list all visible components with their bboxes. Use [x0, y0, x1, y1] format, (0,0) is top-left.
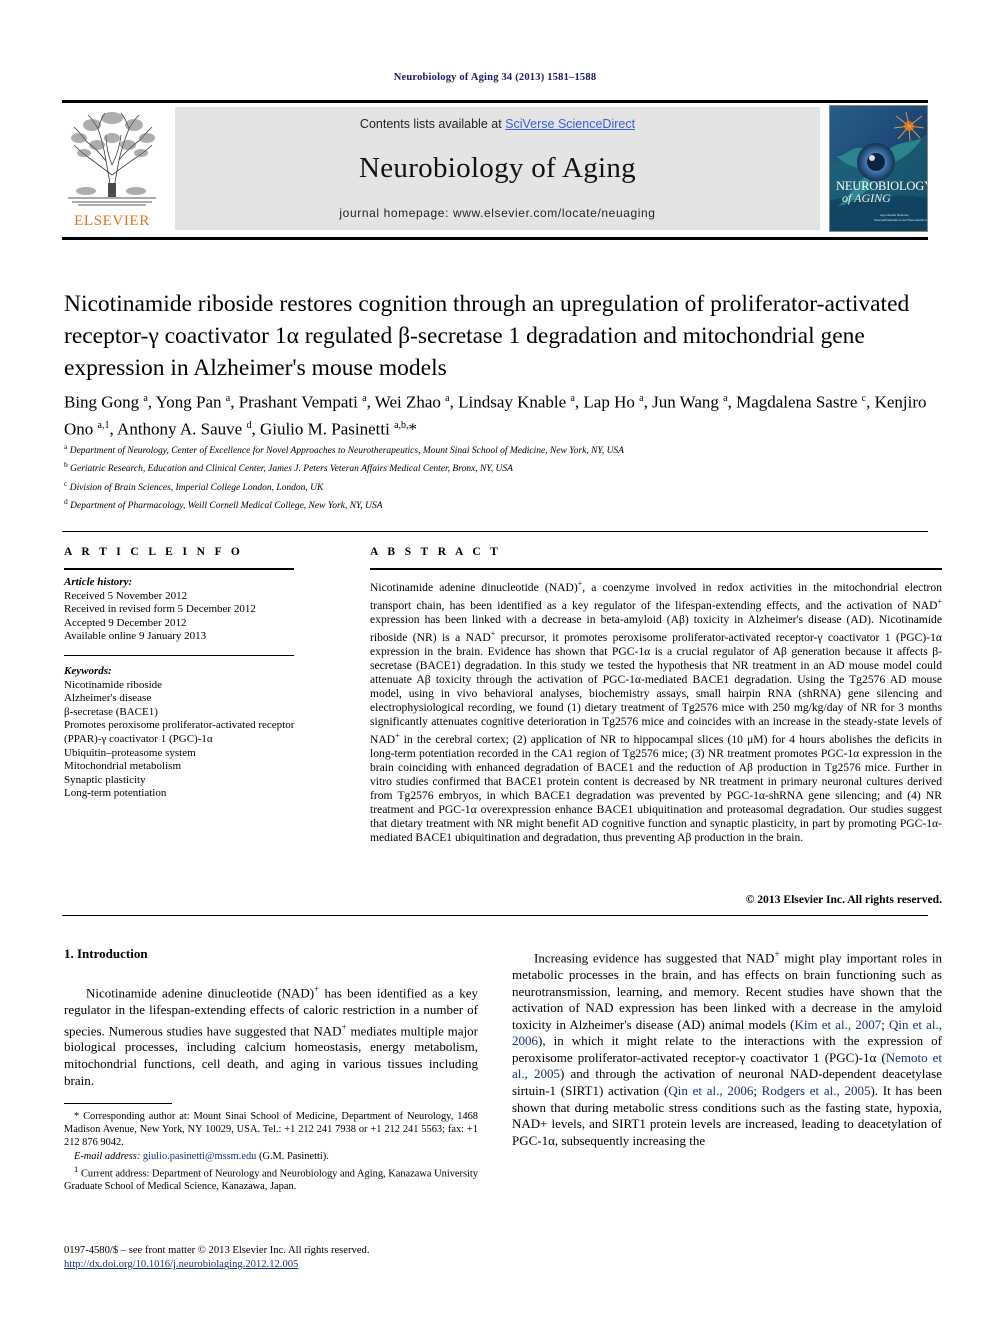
journal-title: Neurobiology of Aging [359, 152, 636, 184]
keywords-block: Keywords: Nicotinamide riboside Alzheime… [64, 665, 314, 801]
keyword-item: Long-term potentiation [64, 787, 167, 800]
article-history-block: Article history: Received 5 November 201… [64, 576, 309, 644]
abstract-heading-rule [370, 568, 942, 570]
svg-text:Neuroinflammation and Neuromet: Neuroinflammation and Neurometabolism [874, 218, 927, 222]
keyword-item: Ubiquitin–proteasome system [64, 746, 196, 759]
masthead-bottom-rule [62, 237, 928, 240]
affiliation-marker: a [64, 442, 68, 451]
affiliation-text: Division of Brain Sciences, Imperial Col… [69, 482, 324, 493]
affiliation-marker: d [64, 497, 68, 507]
keyword-item: Promotes peroxisome proliferator-activat… [64, 719, 295, 745]
contents-line: Contents lists available at SciVerse Sci… [360, 117, 635, 131]
affiliation-item: a Department of Neurology, Center of Exc… [64, 440, 944, 458]
imprint-block: 0197-4580/$ – see front matter © 2013 El… [64, 1244, 514, 1272]
email-note: E-mail address: giulio.pasinetti@mssm.ed… [64, 1150, 478, 1163]
current-address-note: 1 Current address: Department of Neurolo… [64, 1163, 478, 1193]
affiliation-list: a Department of Neurology, Center of Exc… [64, 440, 944, 513]
affiliation-marker: b [64, 460, 68, 470]
keyword-item: Synaptic plasticity [64, 773, 146, 786]
elsevier-tree-icon [62, 105, 162, 210]
author-list: Bing Gong a, Yong Pan a, Prashant Vempat… [64, 392, 927, 439]
corresponding-author-note: * Corresponding author at: Mount Sinai S… [64, 1111, 478, 1149]
keywords-divider-rule [64, 655, 294, 656]
history-item: Available online 9 January 2013 [64, 630, 207, 643]
section-heading-introduction: 1. Introduction [64, 946, 148, 961]
footnote-block: * Corresponding author at: Mount Sinai S… [64, 1110, 478, 1194]
article-history-label: Article history: [64, 576, 133, 588]
affiliation-item: c Division of Brain Sciences, Imperial C… [64, 477, 944, 495]
page-title: Nicotinamide riboside restores cognition… [64, 291, 910, 381]
abstract-heading: A B S T R A C T [370, 546, 502, 558]
affiliation-marker: c [64, 478, 68, 488]
info-heading-rule [64, 568, 294, 570]
body-column-left: 1. Introduction Nicotinamide adenine din… [64, 946, 478, 1089]
journal-article-page: Neurobiology of Aging 34 (2013) 1581–158… [0, 0, 990, 1320]
history-item: Received in revised form 5 December 2012 [64, 603, 256, 616]
imprint-line: 0197-4580/$ – see front matter © 2013 El… [64, 1245, 370, 1256]
email-link[interactable]: giulio.pasinetti@mssm.edu [143, 1151, 256, 1162]
affiliation-text: Department of Pharmacology, Weill Cornel… [70, 501, 383, 512]
affiliation-text: Department of Neurology, Center of Excel… [69, 446, 624, 457]
keywords-label: Keywords: [64, 665, 112, 677]
keyword-item: β-secretase (BACE1) [64, 705, 158, 718]
affiliation-item: b Geriatric Research, Education and Clin… [64, 458, 944, 476]
journal-homepage[interactable]: journal homepage: www.elsevier.com/locat… [339, 206, 655, 220]
running-head: Neurobiology of Aging 34 (2013) 1581–158… [393, 72, 597, 83]
intro-paragraph-left: Nicotinamide adenine dinucleotide (NAD)+… [64, 984, 479, 1088]
intro-paragraph-right: Increasing evidence has suggested that N… [512, 949, 943, 1148]
footnote-rule [64, 1103, 172, 1104]
journal-band: Contents lists available at SciVerse Sci… [175, 107, 820, 230]
cover-artwork-icon: NEUROBIOLOGY of AGING Age-related Neuron… [830, 106, 927, 231]
affiliation-item: d Department of Pharmacology, Weill Corn… [64, 495, 944, 513]
elsevier-logo: ELSEVIER [62, 105, 162, 232]
abstract-bottom-rule [62, 915, 928, 916]
email-label: E-mail address: [74, 1150, 141, 1162]
journal-cover-thumbnail[interactable]: NEUROBIOLOGY of AGING Age-related Neuron… [829, 105, 928, 232]
copyright-line: © 2013 Elsevier Inc. All rights reserved… [745, 893, 942, 906]
abstract-text: Nicotinamide adenine dinucleotide (NAD)+… [370, 579, 942, 845]
contents-prefix: Contents lists available at [359, 117, 506, 131]
article-info-heading: A R T I C L E I N F O [64, 546, 244, 558]
affiliation-text: Geriatric Research, Education and Clinic… [70, 464, 513, 475]
email-owner: (G.M. Pasinetti). [258, 1150, 329, 1162]
keyword-item: Nicotinamide riboside [64, 678, 163, 691]
svg-text:of AGING: of AGING [842, 191, 891, 205]
doi-link[interactable]: http://dx.doi.org/10.1016/j.neurobiolagi… [64, 1259, 298, 1270]
history-item: Accepted 9 December 2012 [64, 616, 187, 629]
body-column-right: Increasing evidence has suggested that N… [512, 946, 942, 1149]
info-top-rule [62, 531, 928, 532]
masthead-top-rule [62, 100, 928, 103]
history-item: Received 5 November 2012 [64, 589, 188, 602]
sciencedirect-link[interactable]: SciVerse ScienceDirect [505, 117, 635, 131]
keyword-item: Mitochondrial metabolism [64, 760, 182, 773]
journal-masthead: ELSEVIER Contents lists available at Sci… [62, 105, 928, 232]
elsevier-wordmark: ELSEVIER [74, 213, 150, 229]
keyword-item: Alzheimer's disease [64, 692, 152, 705]
